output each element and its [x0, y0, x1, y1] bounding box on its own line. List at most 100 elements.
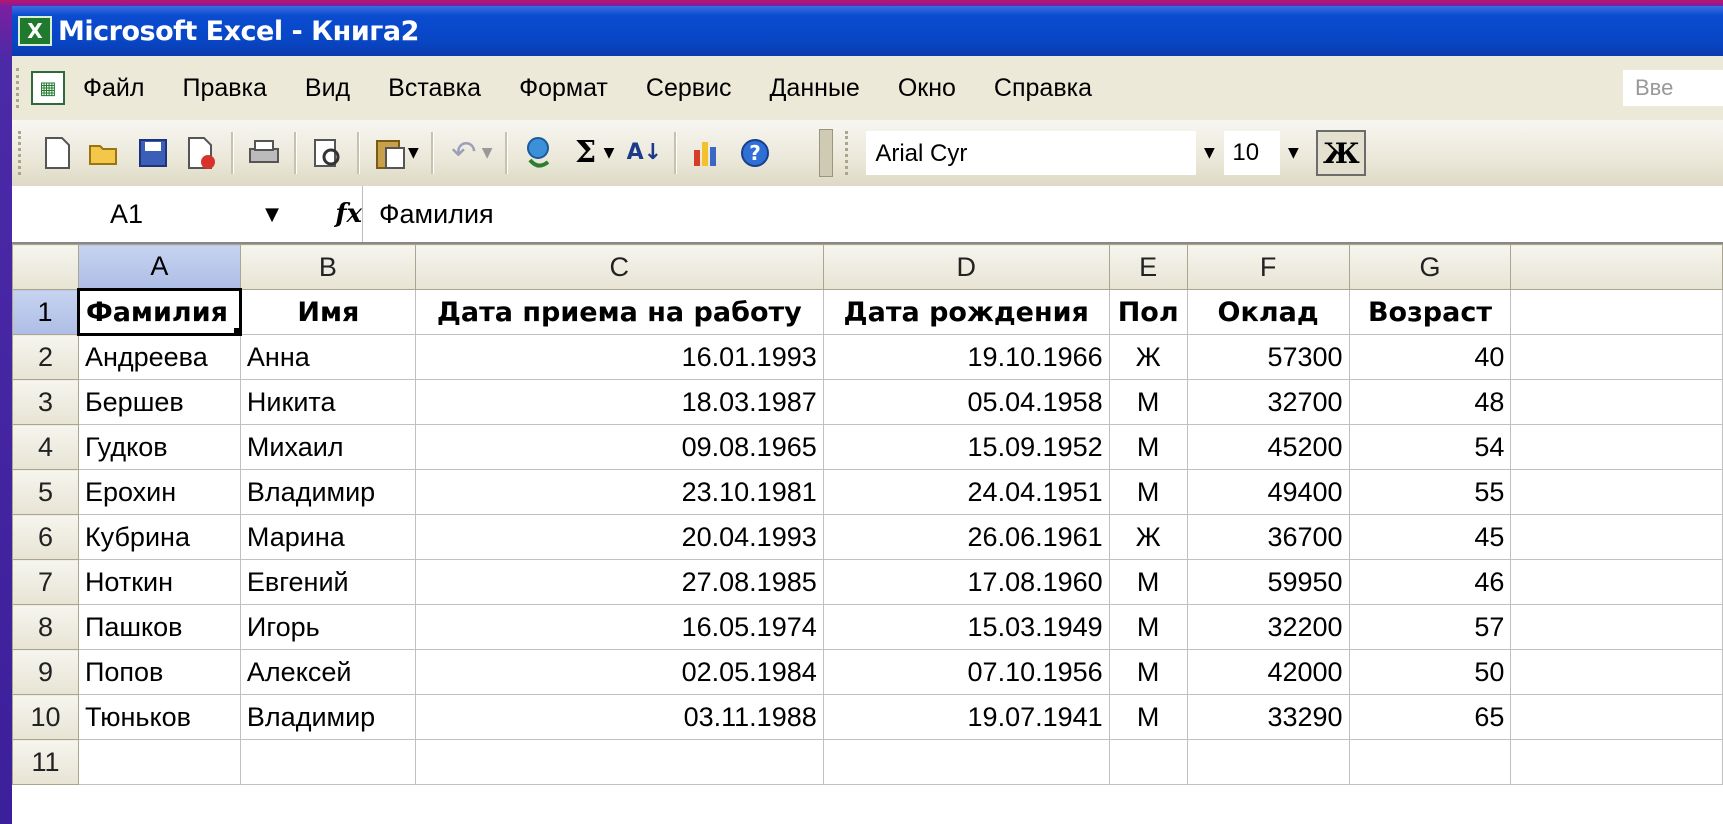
permission-icon[interactable]: [182, 132, 220, 174]
row-header[interactable]: 9: [12, 649, 79, 695]
format-toolbar-grip[interactable]: [845, 131, 854, 175]
header-cell[interactable]: Фамилия: [76, 288, 242, 336]
table-cell[interactable]: 16.01.1993: [414, 334, 824, 380]
autosum-dropdown-icon[interactable]: ▼: [604, 145, 615, 161]
table-cell[interactable]: Евгений: [239, 559, 416, 605]
header-cell[interactable]: Имя: [239, 289, 416, 335]
print-icon[interactable]: [245, 132, 283, 174]
table-cell[interactable]: [1348, 739, 1512, 785]
table-cell[interactable]: [1510, 694, 1723, 740]
table-cell[interactable]: Бершев: [77, 379, 241, 425]
table-cell[interactable]: 26.06.1961: [822, 514, 1110, 560]
table-cell[interactable]: 36700: [1186, 514, 1350, 560]
table-cell[interactable]: 15.03.1949: [822, 604, 1110, 650]
table-cell[interactable]: Марина: [239, 514, 416, 560]
table-cell[interactable]: Владимир: [239, 694, 416, 740]
table-cell[interactable]: 03.11.1988: [414, 694, 824, 740]
table-cell[interactable]: 15.09.1952: [822, 424, 1110, 470]
table-cell[interactable]: 27.08.1985: [414, 559, 824, 605]
menu-file[interactable]: Файл: [83, 74, 144, 103]
hyperlink-icon[interactable]: [519, 132, 557, 174]
row-header[interactable]: 10: [12, 694, 79, 740]
header-cell[interactable]: Возраст: [1348, 289, 1512, 335]
table-cell[interactable]: Алексей: [239, 649, 416, 695]
table-cell[interactable]: Кубрина: [77, 514, 241, 560]
row-header[interactable]: 8: [12, 604, 79, 650]
formula-input[interactable]: Фамилия: [362, 186, 1723, 242]
table-cell[interactable]: [1510, 514, 1723, 560]
column-header-h[interactable]: [1510, 244, 1723, 290]
row-header[interactable]: 5: [12, 469, 79, 515]
table-cell[interactable]: 48: [1348, 379, 1512, 425]
save-icon[interactable]: [134, 132, 172, 174]
column-header-a[interactable]: A: [77, 244, 241, 290]
table-cell[interactable]: 17.08.1960: [822, 559, 1110, 605]
select-all-corner[interactable]: [12, 244, 79, 290]
font-name-field[interactable]: Arial Cyr: [866, 131, 1197, 175]
column-header-d[interactable]: D: [822, 244, 1110, 290]
sort-ascending-icon[interactable]: A↓: [625, 132, 663, 174]
table-cell[interactable]: М: [1108, 694, 1188, 740]
bold-button[interactable]: Ж: [1316, 130, 1367, 176]
table-cell[interactable]: Пашков: [77, 604, 241, 650]
table-cell[interactable]: [822, 739, 1110, 785]
menu-window[interactable]: Окно: [898, 74, 956, 103]
workbook-icon[interactable]: ▦: [31, 71, 65, 105]
table-cell[interactable]: Гудков: [77, 424, 241, 470]
table-cell[interactable]: 54: [1348, 424, 1512, 470]
table-cell[interactable]: 57300: [1186, 334, 1350, 380]
table-cell[interactable]: 18.03.1987: [414, 379, 824, 425]
menu-insert[interactable]: Вставка: [388, 74, 481, 103]
row-header[interactable]: 6: [12, 514, 79, 560]
toolbar-options-icon[interactable]: [819, 129, 834, 177]
table-cell[interactable]: Ерохин: [77, 469, 241, 515]
table-cell[interactable]: Попов: [77, 649, 241, 695]
table-cell[interactable]: [239, 739, 416, 785]
fill-handle[interactable]: [233, 328, 238, 332]
table-cell[interactable]: 55: [1348, 469, 1512, 515]
name-box-dropdown-icon[interactable]: ▼: [242, 204, 302, 225]
menu-format[interactable]: Формат: [519, 74, 608, 103]
autosum-icon[interactable]: Σ: [567, 132, 605, 174]
table-cell[interactable]: 59950: [1186, 559, 1350, 605]
table-cell[interactable]: М: [1108, 604, 1188, 650]
row-header[interactable]: 7: [12, 559, 79, 605]
table-cell[interactable]: Анна: [239, 334, 416, 380]
row-header[interactable]: 1: [12, 289, 79, 335]
menu-grip[interactable]: [16, 68, 25, 108]
table-cell[interactable]: 19.07.1941: [822, 694, 1110, 740]
column-header-c[interactable]: C: [414, 244, 824, 290]
table-cell[interactable]: [1510, 379, 1723, 425]
table-cell[interactable]: Никита: [239, 379, 416, 425]
table-cell[interactable]: Ноткин: [77, 559, 241, 605]
row-header[interactable]: 2: [12, 334, 79, 380]
toolbar-grip[interactable]: [18, 131, 27, 175]
table-cell[interactable]: 20.04.1993: [414, 514, 824, 560]
header-cell[interactable]: Дата рождения: [822, 289, 1110, 335]
font-size-dropdown-icon[interactable]: ▼: [1280, 131, 1306, 175]
table-cell[interactable]: Владимир: [239, 469, 416, 515]
row-header[interactable]: 3: [12, 379, 79, 425]
table-cell[interactable]: М: [1108, 649, 1188, 695]
table-cell[interactable]: Игорь: [239, 604, 416, 650]
column-header-f[interactable]: F: [1186, 244, 1350, 290]
table-cell[interactable]: [1510, 649, 1723, 695]
table-cell[interactable]: 32200: [1186, 604, 1350, 650]
paste-dropdown-icon[interactable]: ▼: [408, 145, 419, 161]
header-cell[interactable]: Дата приема на работу: [414, 289, 824, 335]
table-cell[interactable]: Ж: [1108, 334, 1188, 380]
table-cell[interactable]: 46: [1348, 559, 1512, 605]
table-cell[interactable]: 16.05.1974: [414, 604, 824, 650]
table-cell[interactable]: 33290: [1186, 694, 1350, 740]
table-cell[interactable]: М: [1108, 379, 1188, 425]
table-cell[interactable]: [77, 739, 241, 785]
menu-edit[interactable]: Правка: [182, 74, 266, 103]
undo-icon[interactable]: ↶: [445, 132, 483, 174]
name-box[interactable]: A1: [12, 186, 242, 242]
table-cell[interactable]: Андреева: [77, 334, 241, 380]
menu-view[interactable]: Вид: [305, 74, 350, 103]
ask-question-input[interactable]: Вве: [1623, 70, 1723, 106]
table-cell[interactable]: Михаил: [239, 424, 416, 470]
menu-data[interactable]: Данные: [770, 74, 860, 103]
table-cell[interactable]: [1510, 559, 1723, 605]
